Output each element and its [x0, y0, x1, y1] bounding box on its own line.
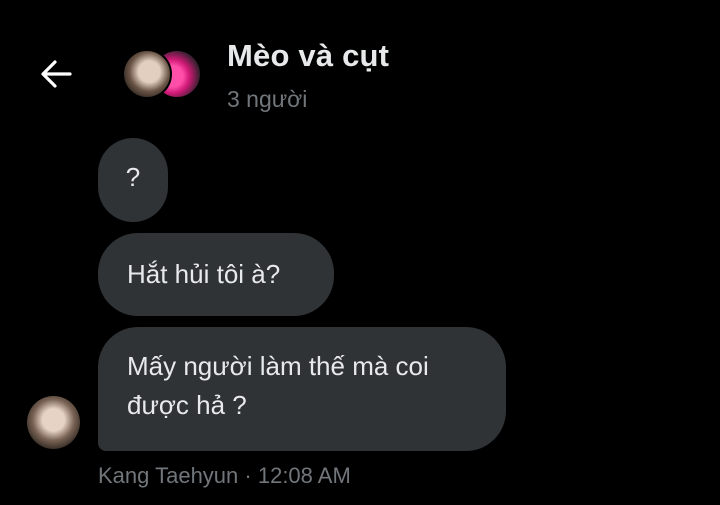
- message-text-line: Mấy người làm thế mà coi: [127, 351, 429, 381]
- message-timestamp: 12:08 AM: [257, 463, 351, 488]
- member-avatar: [122, 49, 172, 99]
- member-count: 3 người: [227, 86, 308, 112]
- message-bubble[interactable]: Mấy người làm thế mà coi được hả ?: [98, 327, 506, 451]
- back-button[interactable]: [34, 52, 78, 96]
- sender-name[interactable]: Kang Taehyun: [98, 463, 238, 488]
- arrow-left-icon: [41, 60, 72, 88]
- message-text: Hắt hủi tôi à?: [127, 259, 281, 289]
- message-text: ?: [125, 162, 141, 192]
- meta-separator: ·: [238, 463, 258, 488]
- group-avatar[interactable]: [122, 48, 202, 100]
- message-meta: Kang Taehyun · 12:08 AM: [98, 463, 351, 489]
- conversation-header: Mèo và cụt 3 người: [0, 0, 720, 130]
- sender-avatar[interactable]: [27, 396, 80, 449]
- message-bubble[interactable]: ?: [98, 138, 168, 222]
- message-text-line: được hả ?: [127, 390, 247, 420]
- message-bubble[interactable]: Hắt hủi tôi à?: [98, 233, 334, 316]
- conversation-title[interactable]: Mèo và cụt: [227, 38, 389, 74]
